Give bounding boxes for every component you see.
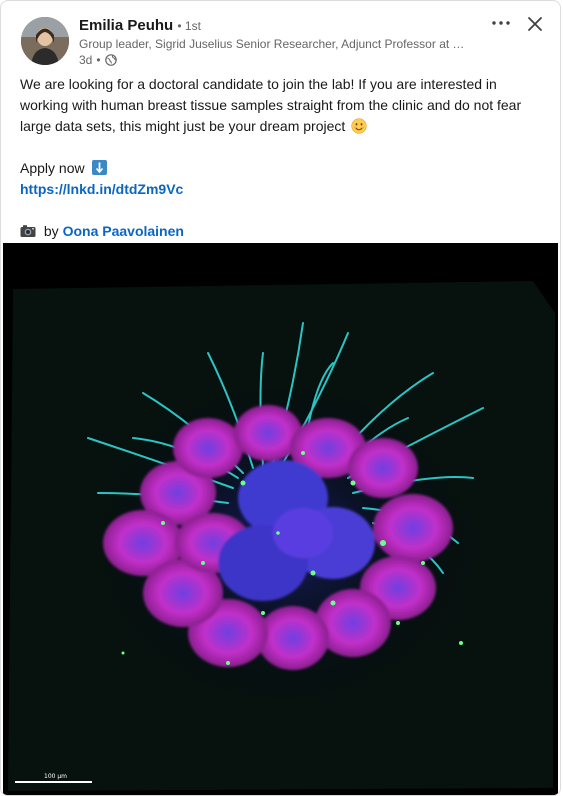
post-card: Emilia Peuhu • 1st Group leader, Sigrid … bbox=[0, 0, 561, 796]
credit-line: by Oona Paavolainen bbox=[20, 221, 540, 242]
smiling-face-emoji-icon bbox=[351, 118, 367, 134]
author-headline: Group leader, Sigrid Juselius Senior Res… bbox=[79, 37, 469, 51]
apply-text: Apply now bbox=[20, 160, 85, 176]
author-name-line: Emilia Peuhu • 1st bbox=[79, 16, 479, 36]
post-time: 3d bbox=[79, 53, 93, 67]
scale-bar-label: 100 µm bbox=[44, 773, 68, 780]
down-arrow-emoji-icon bbox=[92, 160, 108, 175]
ellipsis-icon bbox=[492, 21, 510, 25]
post-paragraph: We are looking for a doctoral candidate … bbox=[20, 74, 540, 137]
link-line: https://lnkd.in/dtdZm9Vc bbox=[20, 179, 540, 200]
apply-link[interactable]: https://lnkd.in/dtdZm9Vc bbox=[20, 181, 183, 197]
close-icon bbox=[528, 17, 542, 31]
more-options-button[interactable] bbox=[489, 13, 513, 33]
credit-name-link[interactable]: Oona Paavolainen bbox=[63, 223, 184, 239]
author-info: Emilia Peuhu • 1st Group leader, Sigrid … bbox=[79, 16, 479, 68]
author-avatar[interactable] bbox=[21, 17, 69, 65]
post-body: We are looking for a doctoral candidate … bbox=[20, 74, 540, 242]
dismiss-button[interactable] bbox=[524, 13, 546, 35]
microscopy-image bbox=[3, 243, 558, 795]
camera-emoji-icon bbox=[20, 225, 36, 237]
globe-icon bbox=[104, 54, 117, 66]
post-image[interactable] bbox=[3, 243, 558, 795]
avatar-image bbox=[21, 17, 69, 65]
post-paragraph-text: We are looking for a doctoral candidate … bbox=[20, 76, 522, 134]
post-header: Emilia Peuhu • 1st Group leader, Sigrid … bbox=[1, 1, 560, 69]
author-name[interactable]: Emilia Peuhu bbox=[79, 17, 173, 34]
post-meta: 3d • bbox=[79, 52, 479, 68]
apply-line: Apply now bbox=[20, 158, 540, 179]
paragraph-spacer-2 bbox=[20, 200, 540, 221]
connection-degree: • 1st bbox=[177, 19, 201, 33]
scale-bar bbox=[15, 781, 92, 783]
meta-separator: • bbox=[96, 53, 101, 67]
credit-prefix: by bbox=[43, 223, 59, 239]
